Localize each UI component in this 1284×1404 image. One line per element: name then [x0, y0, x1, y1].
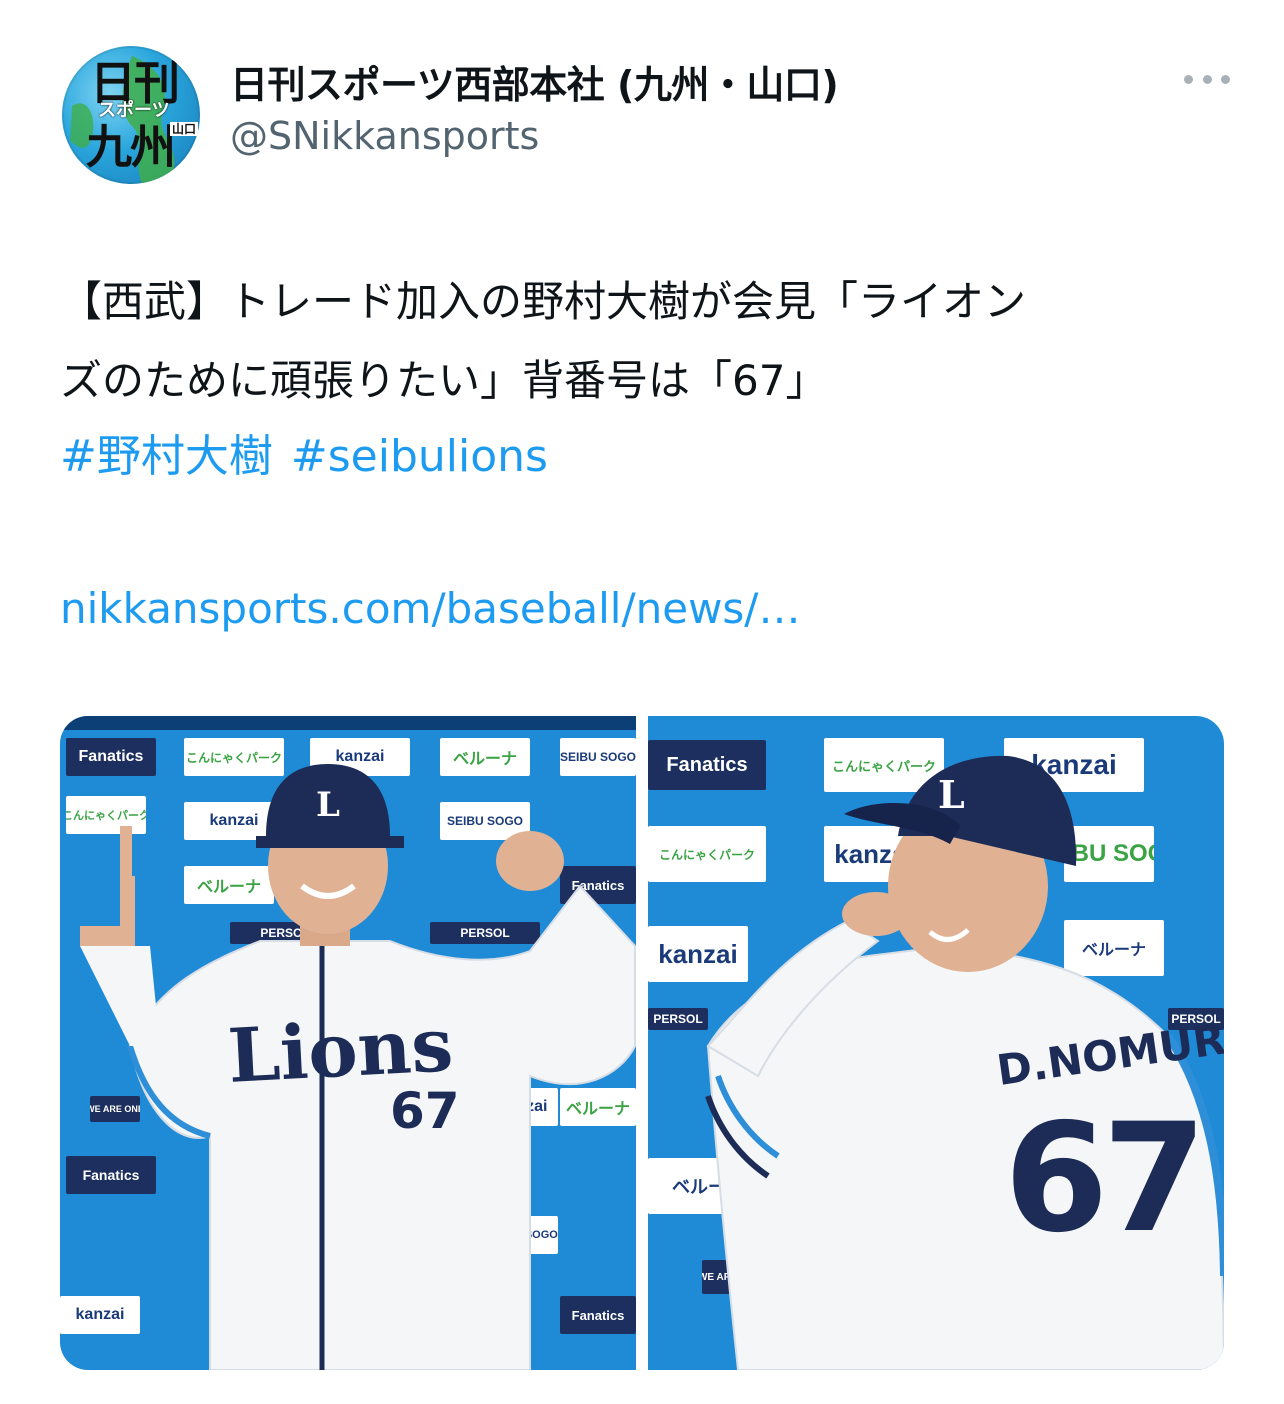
- tweet-text: 【西武】トレード加入の野村大樹が会見「ライオン ズのために頑張りたい」背番号は「…: [60, 262, 1230, 420]
- avatar-text-sports: スポーツ: [98, 100, 170, 121]
- tweet-text-line-1: 【西武】トレード加入の野村大樹が会見「ライオン: [60, 277, 1027, 326]
- avatar-text-kyushu: 九州: [86, 120, 176, 174]
- article-link[interactable]: nikkansports.com/baseball/news/…: [60, 584, 800, 633]
- hashtag-seibulions[interactable]: #seibulions: [291, 431, 548, 482]
- more-options-icon[interactable]: [1184, 72, 1230, 86]
- media-grid: Fanatics こんにゃくパーク kanzai ベルーナ SEIBU SOGO…: [60, 716, 1224, 1370]
- avatar-text-yamaguchi: 山口: [170, 122, 199, 136]
- tweet-text-line-2: ズのために頑張りたい」背番号は「67」: [60, 356, 828, 405]
- svg-text:L: L: [316, 785, 340, 825]
- hashtag-nomura[interactable]: #野村大樹: [60, 431, 273, 482]
- jersey-number-back: 67: [1004, 1092, 1207, 1266]
- svg-text:L: L: [938, 772, 965, 817]
- photo-right[interactable]: Fanatics こんにゃくパーク kanzai こんにゃくパーク kanzai…: [648, 716, 1224, 1370]
- hashtags: #野村大樹 #seibulions: [60, 420, 566, 484]
- jersey-number-front: 67: [390, 1082, 460, 1140]
- user-handle[interactable]: @SNikkansports: [230, 114, 539, 158]
- avatar[interactable]: 日刊 スポーツ 九州 山口: [62, 46, 200, 184]
- photo-left[interactable]: Fanatics こんにゃくパーク kanzai ベルーナ SEIBU SOGO…: [60, 716, 636, 1370]
- display-name[interactable]: 日刊スポーツ西部本社 (九州・山口): [230, 54, 839, 109]
- tweet-header: 日刊 スポーツ 九州 山口 日刊スポーツ西部本社 (九州・山口) @SNikka…: [60, 46, 1230, 186]
